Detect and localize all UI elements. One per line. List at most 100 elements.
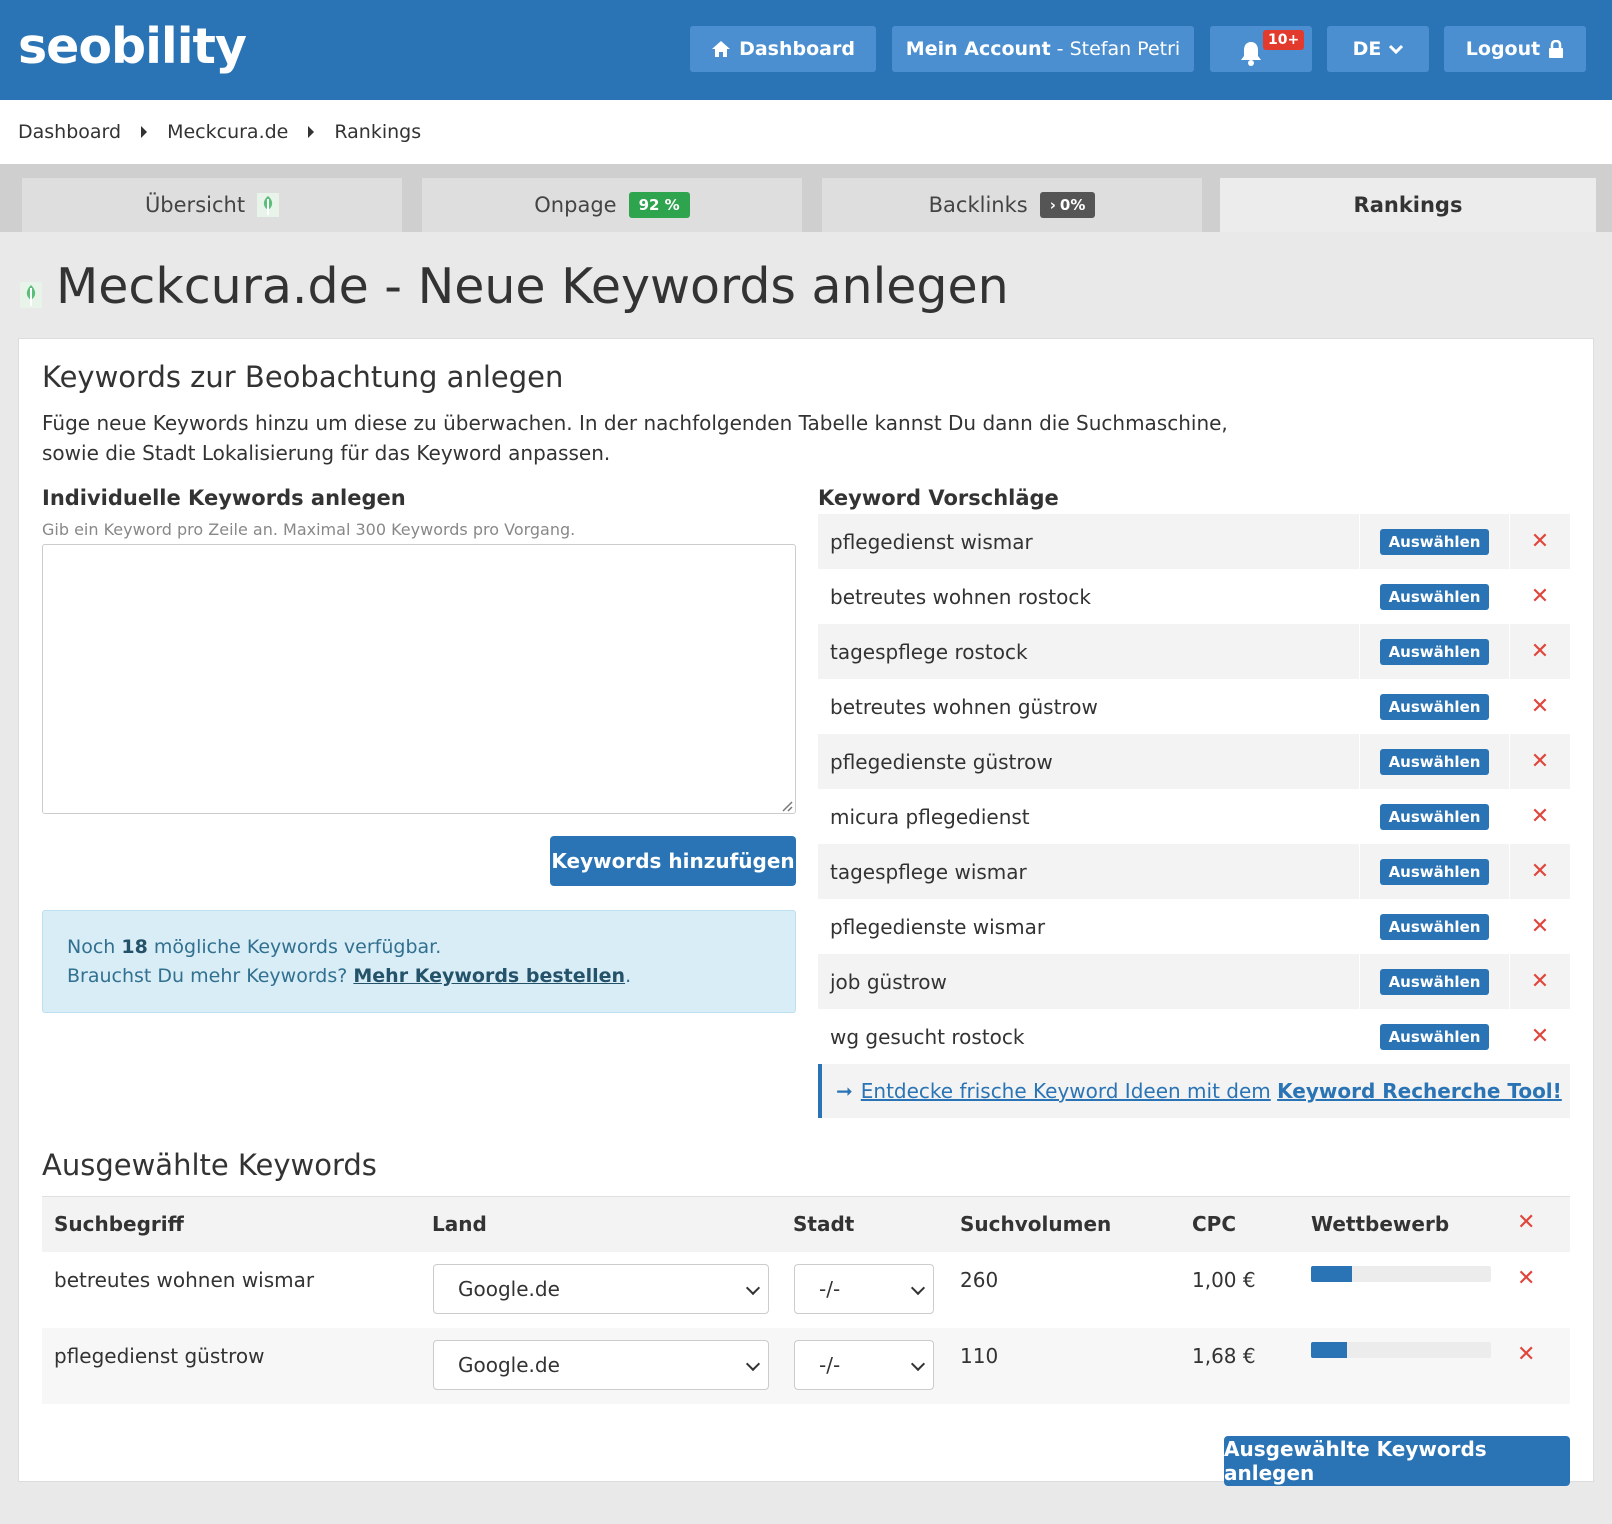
select-suggestion-button[interactable]: Auswählen [1379,528,1490,555]
breadcrumb-project[interactable]: Meckcura.de [167,121,288,143]
submit-selected-keywords-button[interactable]: Ausgewählte Keywords anlegen [1224,1436,1570,1486]
land-select-value: Google.de [458,1353,560,1377]
backlinks-score-value: 0% [1059,196,1086,214]
select-suggestion-button[interactable]: Auswählen [1379,968,1490,995]
column-wettbewerb: Wettbewerb [1311,1212,1450,1236]
row-cpc: 1,68 € [1192,1344,1256,1368]
tab-rankings[interactable]: Rankings [1220,178,1596,232]
chevron-down-icon [745,1356,761,1372]
suggestions-title: Keyword Vorschläge [818,486,1059,510]
suggestion-select-cell: Auswählen [1360,789,1510,844]
land-select[interactable]: Google.de [433,1264,769,1314]
suggestion-select-cell: Auswählen [1360,569,1510,624]
remove-suggestion-icon[interactable]: ✕ [1531,1024,1549,1049]
onpage-score-badge: 92 % [628,192,690,218]
select-suggestion-button[interactable]: Auswählen [1379,858,1490,885]
breadcrumb-separator-icon [308,126,315,138]
remove-suggestion-icon[interactable]: ✕ [1531,859,1549,884]
suggestion-keyword: wg gesucht rostock [818,1009,1360,1064]
select-suggestion-button[interactable]: Auswählen [1379,913,1490,940]
leaf-icon [20,282,42,308]
selected-keywords-title: Ausgewählte Keywords [42,1148,377,1182]
remove-suggestion-icon[interactable]: ✕ [1531,804,1549,829]
select-suggestion-button[interactable]: Auswählen [1379,1023,1490,1050]
keywords-textarea[interactable] [42,544,796,814]
language-label: DE [1352,38,1382,60]
research-tool-link[interactable]: Keyword Recherche Tool! [1277,1079,1562,1103]
tab-overview-label: Übersicht [144,193,246,217]
quota-suffix: mögliche Keywords verfügbar. [153,936,442,958]
suggestion-row: tagespflege wismar Auswählen ✕ [818,844,1570,899]
column-suchvolumen: Suchvolumen [960,1212,1112,1236]
select-suggestion-button[interactable]: Auswählen [1379,748,1490,775]
stadt-select[interactable]: -/- [794,1264,934,1314]
individual-keywords-title: Individuelle Keywords anlegen [42,486,406,510]
chevron-down-icon [910,1356,926,1372]
row-keyword: pflegedienst güstrow [54,1344,265,1368]
seobility-logo[interactable]: seobility [18,18,247,75]
chevron-down-icon [745,1280,761,1296]
arrow-right-icon: ➞ [836,1079,853,1103]
remove-suggestion-icon[interactable]: ✕ [1531,914,1549,939]
tab-overview[interactable]: Übersicht [22,178,402,232]
chevron-down-icon [910,1280,926,1296]
remove-suggestion-icon[interactable]: ✕ [1531,639,1549,664]
remove-suggestion-icon[interactable]: ✕ [1531,749,1549,774]
select-suggestion-button[interactable]: Auswählen [1379,803,1490,830]
land-select[interactable]: Google.de [433,1340,769,1390]
tab-rankings-label: Rankings [1353,193,1463,217]
suggestion-row: job güstrow Auswählen ✕ [818,954,1570,1009]
top-navigation-bar: seobility Dashboard Mein Account - Stefa… [0,0,1612,100]
quota-prefix: Noch [67,936,116,958]
column-cpc: CPC [1192,1212,1237,1236]
suggestion-keyword: betreutes wohnen rostock [818,569,1360,624]
remove-keyword-icon[interactable]: ✕ [1517,1266,1535,1291]
land-select-value: Google.de [458,1277,560,1301]
suggestion-keyword: pflegedienste wismar [818,899,1360,954]
tab-backlinks[interactable]: Backlinks › 0% [822,178,1202,232]
remove-keyword-icon[interactable]: ✕ [1517,1342,1535,1367]
remove-all-icon[interactable]: ✕ [1517,1210,1535,1235]
tab-onpage[interactable]: Onpage 92 % [422,178,802,232]
account-user: - Stefan Petri [1056,38,1181,60]
remove-suggestion-icon[interactable]: ✕ [1531,584,1549,609]
suggestion-row: pflegedienst wismar Auswählen ✕ [818,514,1570,569]
column-stadt: Stadt [793,1212,855,1236]
suggestion-remove-cell: ✕ [1510,1024,1570,1049]
select-suggestion-button[interactable]: Auswählen [1379,638,1490,665]
suggestion-remove-cell: ✕ [1510,694,1570,719]
suggestion-select-cell: Auswählen [1360,1009,1510,1064]
suggestion-keyword: micura pflegedienst [818,789,1360,844]
lock-icon [1549,40,1564,58]
suggestion-select-cell: Auswählen [1360,679,1510,734]
competition-bar [1311,1342,1491,1358]
logout-button[interactable]: Logout [1444,26,1586,72]
breadcrumb-dashboard[interactable]: Dashboard [18,121,121,143]
breadcrumb-current: Rankings [334,121,422,143]
dashboard-button[interactable]: Dashboard [690,26,876,72]
account-label: Mein Account [905,38,1051,60]
select-suggestion-button[interactable]: Auswählen [1379,583,1490,610]
keyword-research-link[interactable]: ➞ Entdecke frische Keyword Ideen mit dem… [818,1064,1570,1118]
quota-line: Noch 18 mögliche Keywords verfügbar. [67,933,771,962]
stadt-select[interactable]: -/- [794,1340,934,1390]
suggestion-select-cell: Auswählen [1360,734,1510,789]
stadt-select-value: -/- [819,1277,841,1301]
suggestion-remove-cell: ✕ [1510,804,1570,829]
remove-suggestion-icon[interactable]: ✕ [1531,694,1549,719]
suggestion-keyword: tagespflege rostock [818,624,1360,679]
remove-suggestion-icon[interactable]: ✕ [1531,529,1549,554]
research-prefix: Entdecke frische Keyword Ideen mit dem [860,1079,1271,1103]
row-search-volume: 260 [960,1268,999,1292]
order-more-keywords-link[interactable]: Mehr Keywords bestellen [353,965,625,987]
suggestion-row: tagespflege rostock Auswählen ✕ [818,624,1570,679]
account-button[interactable]: Mein Account - Stefan Petri [892,26,1194,72]
column-land: Land [432,1212,487,1236]
resize-handle-icon[interactable] [781,800,793,812]
language-dropdown[interactable]: DE [1327,26,1429,72]
remove-suggestion-icon[interactable]: ✕ [1531,969,1549,994]
add-keywords-button[interactable]: Keywords hinzufügen [550,836,796,886]
dashboard-label: Dashboard [739,38,855,60]
select-suggestion-button[interactable]: Auswählen [1379,693,1490,720]
suggestion-row: micura pflegedienst Auswählen ✕ [818,789,1570,844]
